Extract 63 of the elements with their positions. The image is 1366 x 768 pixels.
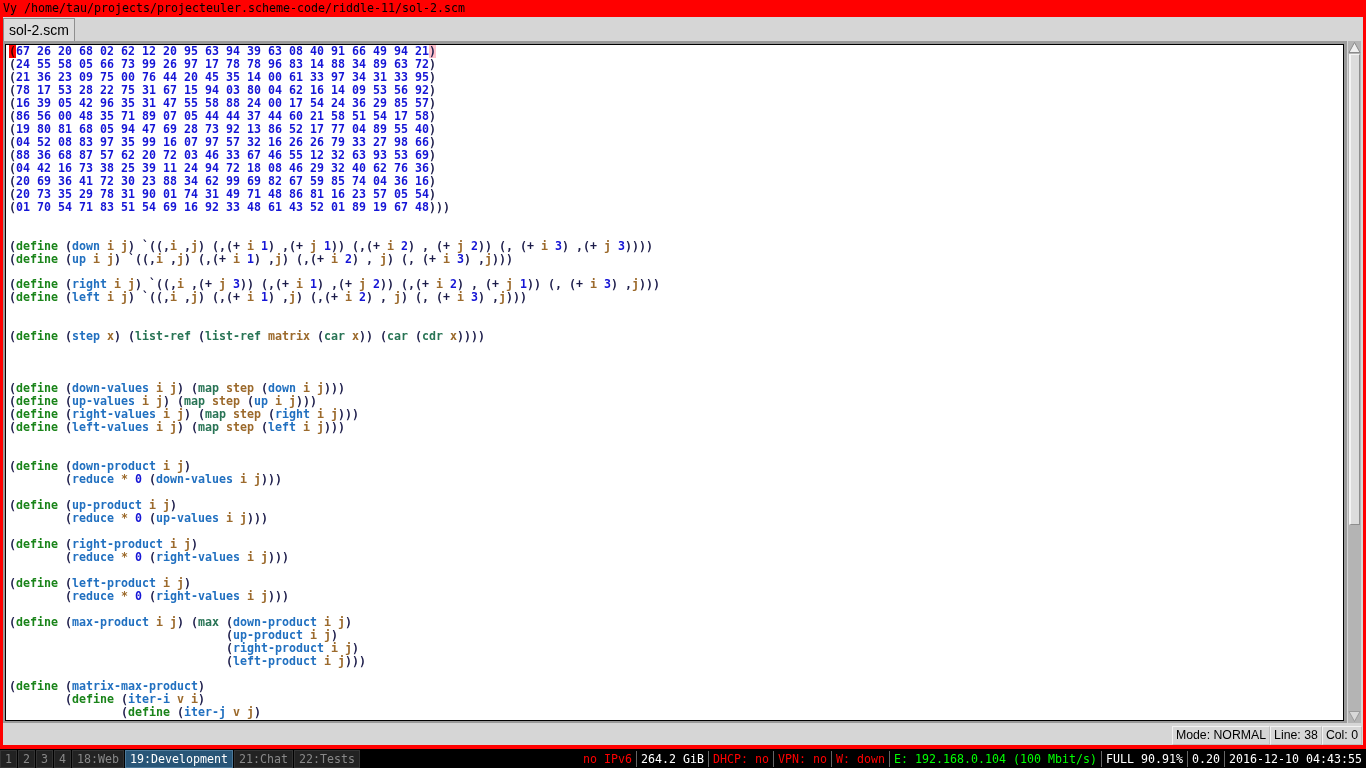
code-line: (define (up-product i j) <box>9 498 177 512</box>
code-line: (define (down i j) `((,i ,j) (,(+ i 1) ,(+ j 1)) (,(+ i 2) , (+ j 2)) (, (+ i 3) ,(+ j 3)))) <box>9 239 653 253</box>
code-line: (define (iter-i v i) <box>65 693 205 707</box>
code-line: (24 55 58 05 66 73 99 26 97 17 78 78 96 83 14 88 34 89 63 72) <box>9 57 436 71</box>
workspace-button[interactable]: 3 <box>36 749 53 768</box>
code-line: (up-product i j) <box>225 628 338 642</box>
workspace-button[interactable]: 22:Tests <box>294 749 360 768</box>
code-line: (20 69 36 41 72 30 23 88 34 62 99 69 82 67 59 85 74 04 36 16) <box>9 174 436 188</box>
code-line: (define (up-values i j) (map step (up i j))) <box>9 395 317 409</box>
code-line: (define (right-product i j) <box>9 537 198 551</box>
status-field: Mode: NORMAL <box>1171 726 1271 745</box>
code-line: (86 56 00 48 35 71 89 07 05 44 44 37 44 60 21 58 51 54 17 58) <box>9 109 436 123</box>
code-line: (reduce * 0 (right-values i j))) <box>65 550 289 564</box>
up-arrow-icon[interactable] <box>1348 41 1361 54</box>
workspace-button[interactable]: 1 <box>0 749 17 768</box>
code-line: (right-product i j) <box>225 641 359 655</box>
status-field: Line: 38 <box>1270 726 1322 745</box>
code-line: (define (iter-j v j) <box>121 706 261 720</box>
code-line: (16 39 05 42 96 35 31 47 55 58 88 24 00 17 54 24 36 29 85 57) <box>9 96 436 110</box>
code-line: (04 52 08 83 97 35 99 16 07 97 57 32 16 26 26 79 33 27 98 66) <box>9 135 436 149</box>
tab[interactable]: sol-2.scm <box>3 18 75 41</box>
code-line: (reduce * 0 (down-values i j))) <box>65 472 282 486</box>
status-text: W: down <box>836 750 886 767</box>
workspace-button[interactable]: 21:Chat <box>234 749 293 768</box>
status-text: DHCP: no <box>713 750 770 767</box>
code-line: (reduce * 0 (up-values i j))) <box>65 511 268 525</box>
code-line: (19 80 81 68 05 94 47 69 28 73 92 13 86 52 17 77 04 89 55 40) <box>9 122 436 136</box>
scrollbar[interactable] <box>1348 41 1361 723</box>
code-line: (define (step x) (list-ref (list-ref matrix (car x)) (car (cdr x)))) <box>9 330 485 344</box>
workspace-button[interactable]: 4 <box>54 749 71 768</box>
workspace-button[interactable]: 18:Web <box>72 749 124 768</box>
code-line: (04 42 16 73 38 25 39 11 24 94 72 18 08 46 29 32 40 62 76 36) <box>9 161 436 175</box>
code-line: (67 26 20 68 02 62 12 20 95 63 94 39 63 08 40 91 66 49 94 21) <box>9 45 436 58</box>
code-line: (define (left i j) `((,i ,j) (,(+ i 1) ,j) (,(+ i 2) , j) (, (+ i 3) ,j))) <box>9 291 527 305</box>
code-line: (define (matrix-max-product) <box>9 680 205 694</box>
code-line: (define (left-values i j) (map step (left i j))) <box>9 421 345 435</box>
code-line: (left-product i j))) <box>225 654 366 668</box>
status-text: 0.20 <box>1192 750 1220 767</box>
code-line: (define (right i j) `((,i ,(+ j 3)) (,(+ i 1) ,(+ j 2)) (,(+ i 2) , (+ j 1)) (, (+ i 3) ,j))) <box>9 278 660 292</box>
code-line: (define (right-values i j) (map step (right i j))) <box>9 408 359 422</box>
code-line: (88 36 68 87 57 62 20 72 03 46 33 67 46 55 12 32 63 93 53 69) <box>9 148 436 162</box>
code-line: (78 17 53 28 22 75 31 67 15 94 03 80 04 62 16 14 09 53 56 92) <box>9 83 436 97</box>
down-arrow-icon[interactable] <box>1348 710 1361 723</box>
scrollbar-thumb[interactable] <box>1349 54 1360 525</box>
code-line: (define (max-product i j) (max (down-product i j) <box>9 615 352 629</box>
code-line: (21 36 23 09 75 00 76 44 20 45 35 14 00 61 33 97 34 31 33 95) <box>9 70 436 84</box>
status-text: E: 192.168.0.104 (100 Mbit/s) <box>894 750 1097 767</box>
workspace-button[interactable]: 2 <box>18 749 35 768</box>
workspace-button[interactable]: 19:Development <box>125 749 233 768</box>
code-line: (define (up i j) `((,i ,j) (,(+ i 1) ,j) (,(+ i 2) , j) (, (+ i 3) ,j))) <box>9 252 513 266</box>
code-line: (define (down-values i j) (map step (down i j))) <box>9 382 345 396</box>
status-text: 2016-12-10 04:43:55 <box>1229 750 1362 767</box>
status-text: no IPv6 <box>583 750 633 767</box>
status-text: VPN: no <box>778 750 828 767</box>
window-title: Vy /home/tau/projects/projecteuler.scheme-code/riddle-11/sol-2.scm <box>3 0 465 17</box>
status-text: FULL 90.91% <box>1106 750 1183 767</box>
status-field: Col: 0 <box>1321 726 1362 745</box>
code-line: (01 70 54 71 83 51 54 69 16 92 33 48 61 43 52 01 89 19 67 48))) <box>9 200 450 214</box>
code-line: (define (left-product i j) <box>9 576 191 590</box>
status-text: 264.2 GiB <box>641 750 705 767</box>
code-line: (define (down-product i j) <box>9 460 191 473</box>
code-line: (20 73 35 29 78 31 90 01 74 31 49 71 48 86 81 16 23 57 05 54) <box>9 187 436 201</box>
code-line: (reduce * 0 (right-values i j))) <box>65 589 289 603</box>
